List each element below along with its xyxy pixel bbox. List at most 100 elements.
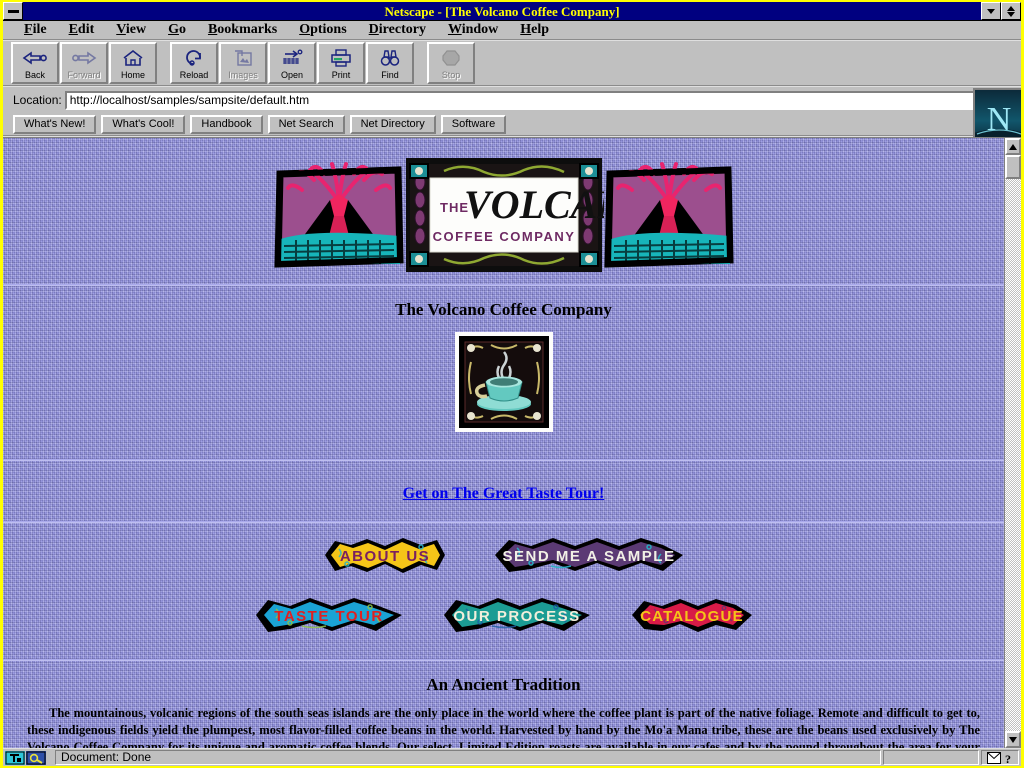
stop-octagon-icon (441, 47, 461, 69)
nav-buttons-row-1: ABOUT US SEND ME A SAMPLE (3, 533, 1004, 579)
scrollbar-thumb[interactable] (1005, 155, 1021, 179)
menu-options[interactable]: Options (288, 21, 357, 39)
window-title: Netscape - [The Volcano Coffee Company] (384, 4, 620, 19)
status-message: Document: Done (55, 750, 881, 765)
divider-top (3, 284, 1004, 286)
open-button[interactable]: Open (268, 42, 316, 84)
scroll-up-button[interactable] (1005, 138, 1021, 155)
netscape-logo-letter: N (987, 101, 1012, 138)
stop-label: Stop (441, 69, 461, 80)
back-arrow-icon (22, 47, 48, 69)
svg-text:?: ? (1005, 752, 1011, 764)
menu-help[interactable]: Help (509, 21, 560, 39)
send-me-a-sample-button[interactable]: SEND ME A SAMPLE (491, 533, 687, 579)
back-label: Back (24, 69, 45, 80)
scroll-down-arrow-icon (1009, 736, 1017, 743)
browser-window: Netscape - [The Volcano Coffee Company] … (0, 0, 1024, 768)
great-taste-tour-link[interactable]: Get on The Great Taste Tour! (403, 485, 605, 503)
images-icon (233, 47, 253, 69)
forward-arrow-icon (71, 47, 97, 69)
minimize-button[interactable] (981, 2, 1001, 20)
about-us-button[interactable]: ABOUT US (321, 533, 449, 579)
whats-new-button[interactable]: What's New! (13, 114, 97, 134)
reload-label: Reload (179, 69, 209, 80)
images-label: Images (228, 69, 258, 80)
vertical-scrollbar[interactable] (1004, 138, 1021, 748)
divider-bottom (3, 659, 1004, 661)
menu-bar: File Edit View Go Bookmarks Options Dire… (3, 21, 1021, 41)
open-label: Open (280, 69, 304, 80)
help-icon[interactable]: ? (1003, 752, 1013, 764)
title-bar: Netscape - [The Volcano Coffee Company] (3, 2, 1021, 21)
our-process-label: OUR PROCESS (453, 608, 580, 625)
volcano-illustration-left (273, 162, 404, 268)
restore-button[interactable] (1001, 2, 1021, 20)
printer-icon (330, 47, 352, 69)
print-button[interactable]: Print (317, 42, 365, 84)
page-title: The Volcano Coffee Company (395, 300, 612, 319)
software-button[interactable]: Software (440, 114, 507, 134)
taste-tour-button[interactable]: TASTE TOUR (252, 593, 406, 639)
reload-icon (184, 47, 204, 69)
taste-tour-label: TASTE TOUR (274, 608, 383, 625)
home-button[interactable]: Home (109, 42, 157, 84)
menu-window[interactable]: Window (437, 21, 509, 39)
stop-button[interactable]: Stop (427, 42, 475, 84)
our-process-button[interactable]: OUR PROCESS (440, 593, 594, 639)
directory-button-bar: What's New! What's Cool! Handbook Net Se… (3, 113, 1021, 137)
divider-links (3, 521, 1004, 523)
sign-coffee-company-text: COFFEE COMPANY (432, 229, 575, 244)
volcano-illustration-right (603, 162, 734, 268)
catalogue-button[interactable]: CATALOGUE (628, 593, 756, 639)
catalogue-label: CATALOGUE (640, 608, 744, 625)
status-bar: Document: Done ? (3, 748, 1021, 766)
open-icon (281, 47, 303, 69)
net-search-button[interactable]: Net Search (267, 114, 345, 134)
menu-directory[interactable]: Directory (358, 21, 437, 39)
net-directory-button[interactable]: Net Directory (349, 114, 436, 134)
sign-volcano-text: VOLCANO (464, 182, 604, 227)
about-us-label: ABOUT US (339, 548, 429, 565)
forward-button[interactable]: Forward (60, 42, 108, 84)
volcano-coffee-sign: THE VOLCANO COFFEE COMPANY (405, 158, 604, 272)
web-page: THE VOLCANO COFFEE COMPANY (3, 138, 1004, 748)
site-banner: THE VOLCANO COFFEE COMPANY (3, 156, 1004, 274)
menu-file[interactable]: File (13, 21, 58, 39)
netscape-n-logo[interactable]: N (973, 88, 1021, 144)
status-left-icons (5, 750, 49, 765)
scroll-up-arrow-icon (1009, 143, 1017, 150)
body-paragraph: The mountainous, volcanic regions of the… (27, 706, 980, 748)
status-right-icons: ? (981, 750, 1019, 765)
find-label: Find (381, 69, 399, 80)
print-label: Print (331, 69, 351, 80)
location-bar: Location: http://localhost/samples/samps… (3, 87, 1021, 113)
whats-cool-button[interactable]: What's Cool! (101, 114, 186, 134)
menu-view[interactable]: View (105, 21, 157, 39)
back-button[interactable]: Back (11, 42, 59, 84)
security-key-icon[interactable] (5, 750, 25, 765)
handbook-button[interactable]: Handbook (190, 114, 263, 134)
menu-go[interactable]: Go (157, 21, 197, 39)
mail-icon[interactable] (987, 751, 1001, 764)
divider-middle (3, 459, 1004, 461)
location-input[interactable]: http://localhost/samples/sampsite/defaul… (64, 90, 998, 110)
nav-buttons-row-2: TASTE TOUR OUR PROCESS CATALOGUE (3, 593, 1004, 639)
reload-button[interactable]: Reload (170, 42, 218, 84)
images-button[interactable]: Images (219, 42, 267, 84)
scroll-down-button[interactable] (1005, 731, 1021, 748)
status-progress-area (883, 750, 979, 765)
menu-bookmarks[interactable]: Bookmarks (197, 21, 288, 39)
home-label: Home (120, 69, 145, 80)
binoculars-icon (379, 47, 401, 69)
minimize-box-icon[interactable] (3, 2, 23, 20)
location-label: Location: (13, 93, 62, 107)
send-me-a-sample-label: SEND ME A SAMPLE (502, 548, 675, 565)
content-area: THE VOLCANO COFFEE COMPANY (3, 137, 1021, 748)
connection-icon[interactable] (26, 750, 46, 765)
menu-edit[interactable]: Edit (58, 21, 106, 39)
navigation-toolbar: Back Forward Home Reload Images Open Pri… (3, 41, 1021, 87)
scrollbar-track[interactable] (1005, 179, 1021, 731)
section-heading: An Ancient Tradition (426, 675, 581, 694)
steaming-coffee-cup-image (454, 332, 553, 432)
find-button[interactable]: Find (366, 42, 414, 84)
